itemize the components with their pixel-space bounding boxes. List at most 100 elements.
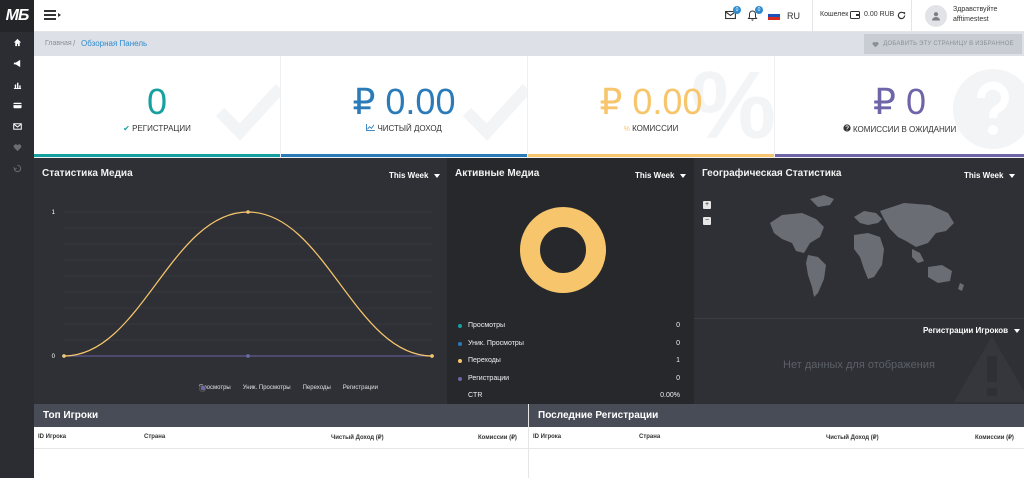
warning-watermark-icon (954, 336, 1024, 402)
stat-card-net-revenue: ₽ 0.00 ЧИСТЫЙ ДОХОД (281, 56, 528, 157)
column-header-country[interactable]: Страна (639, 434, 660, 440)
world-map[interactable] (762, 193, 972, 313)
geo-stats-panel: Географическая Статистика This Week + − … (694, 158, 1024, 404)
map-zoom-out-button[interactable]: − (703, 217, 711, 225)
legend-marker-registrations (199, 384, 206, 392)
net-revenue-bar (281, 154, 527, 157)
commissions-bar (528, 154, 774, 157)
map-zoom-in-button[interactable]: + (703, 201, 711, 209)
add-to-favorites-button[interactable]: ДОБАВИТЬ ЭТУ СТРАНИЦУ В ИЗБРАННОЕ (864, 34, 1022, 54)
wallet-amount: 0.00 RUB (864, 11, 895, 18)
envelope-icon[interactable] (0, 116, 34, 137)
russia-flag-icon[interactable] (767, 10, 781, 22)
active-media-label: Регистрации (468, 374, 510, 382)
home-icon[interactable] (0, 32, 34, 53)
commissions-value: ₽ 0.00 (599, 81, 703, 122)
check-icon: ✔ (123, 124, 130, 133)
media-stats-chart: 01 (52, 210, 434, 360)
media-stats-panel: Статистика Медиа This Week 01 Просмотры … (34, 158, 447, 404)
column-header-commissions[interactable]: Комиссии (₽) (975, 434, 1014, 441)
column-header-net-revenue[interactable]: Чистый Доход (₽) (331, 434, 384, 441)
active-media-value: 1 (676, 357, 680, 364)
stat-card-commissions: % ₽ 0.00 % КОМИССИИ (528, 56, 775, 157)
top-players-table: Топ Игроки ID Игрока Страна Чистый Доход… (34, 404, 528, 478)
recent-registrations-table: Последние Регистрации ID Игрока Страна Ч… (528, 404, 1024, 478)
commissions-label: КОМИССИИ (632, 124, 679, 133)
recent-registrations-title: Последние Регистрации (529, 404, 1024, 427)
active-media-row-clicks: Переходы 1 (447, 357, 694, 367)
active-media-label: CTR (468, 392, 483, 399)
pending-commissions-value: ₽ 0 (873, 81, 926, 122)
logo[interactable]: МБ (0, 0, 34, 32)
legend-clicks[interactable]: Переходы (303, 385, 331, 391)
sidebar: МБ (0, 0, 34, 478)
question-circle-icon (843, 124, 851, 132)
history-icon[interactable] (0, 158, 34, 179)
bar-chart-icon[interactable] (0, 74, 34, 95)
bell-icon[interactable]: 0 (747, 6, 763, 23)
mail-icon[interactable]: 0 (725, 6, 741, 22)
megaphone-icon[interactable] (0, 53, 34, 74)
heart-icon (872, 41, 879, 47)
active-media-label: Уник. Просмотры (468, 339, 524, 347)
add-to-favorites-label: ДОБАВИТЬ ЭТУ СТРАНИЦУ В ИЗБРАННОЕ (883, 41, 1014, 47)
legend-dot (458, 359, 462, 363)
column-header-commissions[interactable]: Комиссии (₽) (478, 434, 517, 441)
avatar[interactable] (925, 5, 947, 27)
language-selector[interactable]: RU (787, 11, 800, 21)
active-media-value: 0 (676, 339, 680, 347)
y-tick-label: 0 (52, 354, 56, 360)
breadcrumb: Главная / Обзорная Панель ДОБАВИТЬ ЭТУ С… (34, 32, 1024, 56)
active-media-label: Переходы (468, 357, 501, 364)
geo-stats-period-select[interactable]: This Week (964, 171, 1015, 180)
data-point (62, 354, 66, 358)
refresh-icon[interactable] (897, 11, 906, 22)
active-media-row-registrations: Регистрации 0 (447, 375, 694, 385)
registrations-value: 0 (146, 81, 168, 122)
active-media-row-unique-views: Уник. Просмотры 0 (447, 340, 694, 350)
active-media-title: Активные Медиа (455, 168, 540, 179)
column-header-player-id[interactable]: ID Игрока (533, 434, 561, 440)
credit-card-icon[interactable] (0, 95, 34, 116)
active-media-donut (520, 207, 606, 293)
username[interactable]: afftimestest (953, 16, 989, 23)
mail-count-badge: 0 (733, 6, 741, 14)
legend-registrations[interactable]: Регистрации (343, 385, 378, 391)
wallet-label: Кошелек (820, 11, 849, 18)
wallet-icon (850, 11, 860, 21)
menu-toggle-icon[interactable] (44, 10, 61, 20)
active-media-label: Просмотры (468, 322, 505, 329)
notification-count-badge: 0 (755, 6, 763, 14)
active-media-panel: Активные Медиа This Week Просмотры 0 Уник.… (447, 158, 694, 404)
active-media-period-select[interactable]: This Week (635, 171, 686, 180)
data-point (246, 354, 250, 358)
line-chart-icon (366, 124, 376, 131)
stat-card-registrations: 0 ✔ РЕГИСТРАЦИИ (34, 56, 281, 157)
topbar: 0 0 RU Кошелек 0.00 RUB Здравствуйте aff… (34, 0, 1024, 32)
legend-unique-views[interactable]: Уник. Просмотры (243, 385, 291, 391)
column-header-country[interactable]: Страна (144, 434, 165, 440)
stat-card-pending-commissions: ₽ 0 КОМИССИИ В ОЖИДАНИИ (775, 56, 1024, 157)
active-media-value: 0 (676, 322, 680, 329)
breadcrumb-separator: / (73, 39, 76, 48)
top-players-title: Топ Игроки (34, 404, 528, 427)
percent-icon: % (623, 126, 630, 133)
column-header-net-revenue[interactable]: Чистый Доход (₽) (826, 434, 879, 441)
legend-dot (458, 324, 462, 328)
column-header-player-id[interactable]: ID Игрока (38, 434, 66, 440)
net-revenue-label: ЧИСТЫЙ ДОХОД (377, 124, 442, 133)
pending-commissions-bar (775, 154, 1024, 157)
data-point (430, 354, 434, 358)
active-media-row-ctr: CTR 0.00% (447, 392, 694, 402)
greeting-text: Здравствуйте (953, 6, 998, 13)
registrations-bar (34, 154, 280, 157)
legend-dot (458, 341, 462, 346)
breadcrumb-home[interactable]: Главная (45, 40, 72, 47)
series-line-2 (63, 211, 433, 357)
pending-commissions-label: КОМИССИИ В ОЖИДАНИИ (852, 125, 957, 134)
active-media-value: 0 (676, 374, 680, 382)
y-tick-label: 1 (52, 210, 56, 216)
breadcrumb-current: Обзорная Панель (81, 39, 148, 48)
heart-icon[interactable] (0, 137, 34, 158)
data-point (246, 210, 250, 214)
